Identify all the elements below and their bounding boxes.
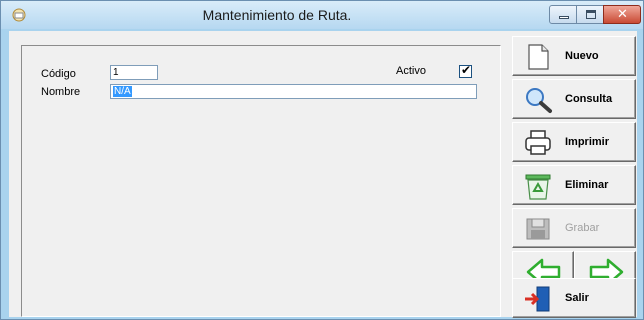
magnifier-icon bbox=[526, 88, 552, 113]
codigo-input[interactable]: 1 bbox=[110, 65, 158, 80]
activo-label: Activo bbox=[396, 65, 426, 77]
client-area: Código 1 Activo ✔ Nombre N/A Nuevo Consu… bbox=[9, 31, 637, 318]
grabar-button[interactable]: Grabar bbox=[512, 208, 636, 248]
activo-checkbox[interactable]: ✔ bbox=[459, 63, 472, 78]
codigo-label: Código bbox=[41, 68, 76, 80]
window-title: Mantenimiento de Ruta. bbox=[202, 7, 352, 23]
salir-button[interactable]: Salir bbox=[512, 278, 636, 318]
salir-label: Salir bbox=[565, 292, 589, 304]
grabar-label: Grabar bbox=[565, 222, 600, 234]
imprimir-button[interactable]: Imprimir bbox=[512, 122, 636, 162]
eliminar-button[interactable]: Eliminar bbox=[512, 165, 636, 205]
consulta-button[interactable]: Consulta bbox=[512, 79, 636, 119]
eliminar-label: Eliminar bbox=[565, 179, 609, 191]
nombre-selected-text: N/A bbox=[113, 86, 132, 97]
nombre-label: Nombre bbox=[41, 86, 81, 98]
close-button[interactable]: ✕ bbox=[603, 5, 641, 24]
checkmark-icon: ✔ bbox=[461, 63, 472, 77]
nombre-input[interactable]: N/A bbox=[110, 84, 477, 99]
minimize-button[interactable] bbox=[549, 5, 577, 24]
new-document-icon bbox=[528, 44, 549, 70]
close-icon: ✕ bbox=[617, 7, 628, 22]
imprimir-label: Imprimir bbox=[565, 136, 610, 148]
action-toolbar: Nuevo Consulta Imprimir Eliminar Grabar … bbox=[512, 31, 637, 318]
recycle-bin-icon bbox=[525, 174, 551, 200]
minimize-icon bbox=[550, 6, 576, 23]
nuevo-button[interactable]: Nuevo bbox=[512, 36, 636, 76]
window: Mantenimiento de Ruta. ✕ Código 1 Activo… bbox=[0, 0, 644, 320]
consulta-label: Consulta bbox=[565, 93, 613, 105]
maximize-icon bbox=[577, 6, 603, 23]
nuevo-label: Nuevo bbox=[565, 50, 599, 62]
floppy-disk-icon bbox=[526, 218, 550, 240]
exit-door-icon bbox=[525, 286, 550, 312]
printer-icon bbox=[525, 130, 551, 155]
form-panel: Código 1 Activo ✔ Nombre N/A bbox=[21, 45, 501, 317]
title-bar[interactable]: Mantenimiento de Ruta. ✕ bbox=[1, 1, 643, 29]
maximize-button[interactable] bbox=[576, 5, 604, 24]
